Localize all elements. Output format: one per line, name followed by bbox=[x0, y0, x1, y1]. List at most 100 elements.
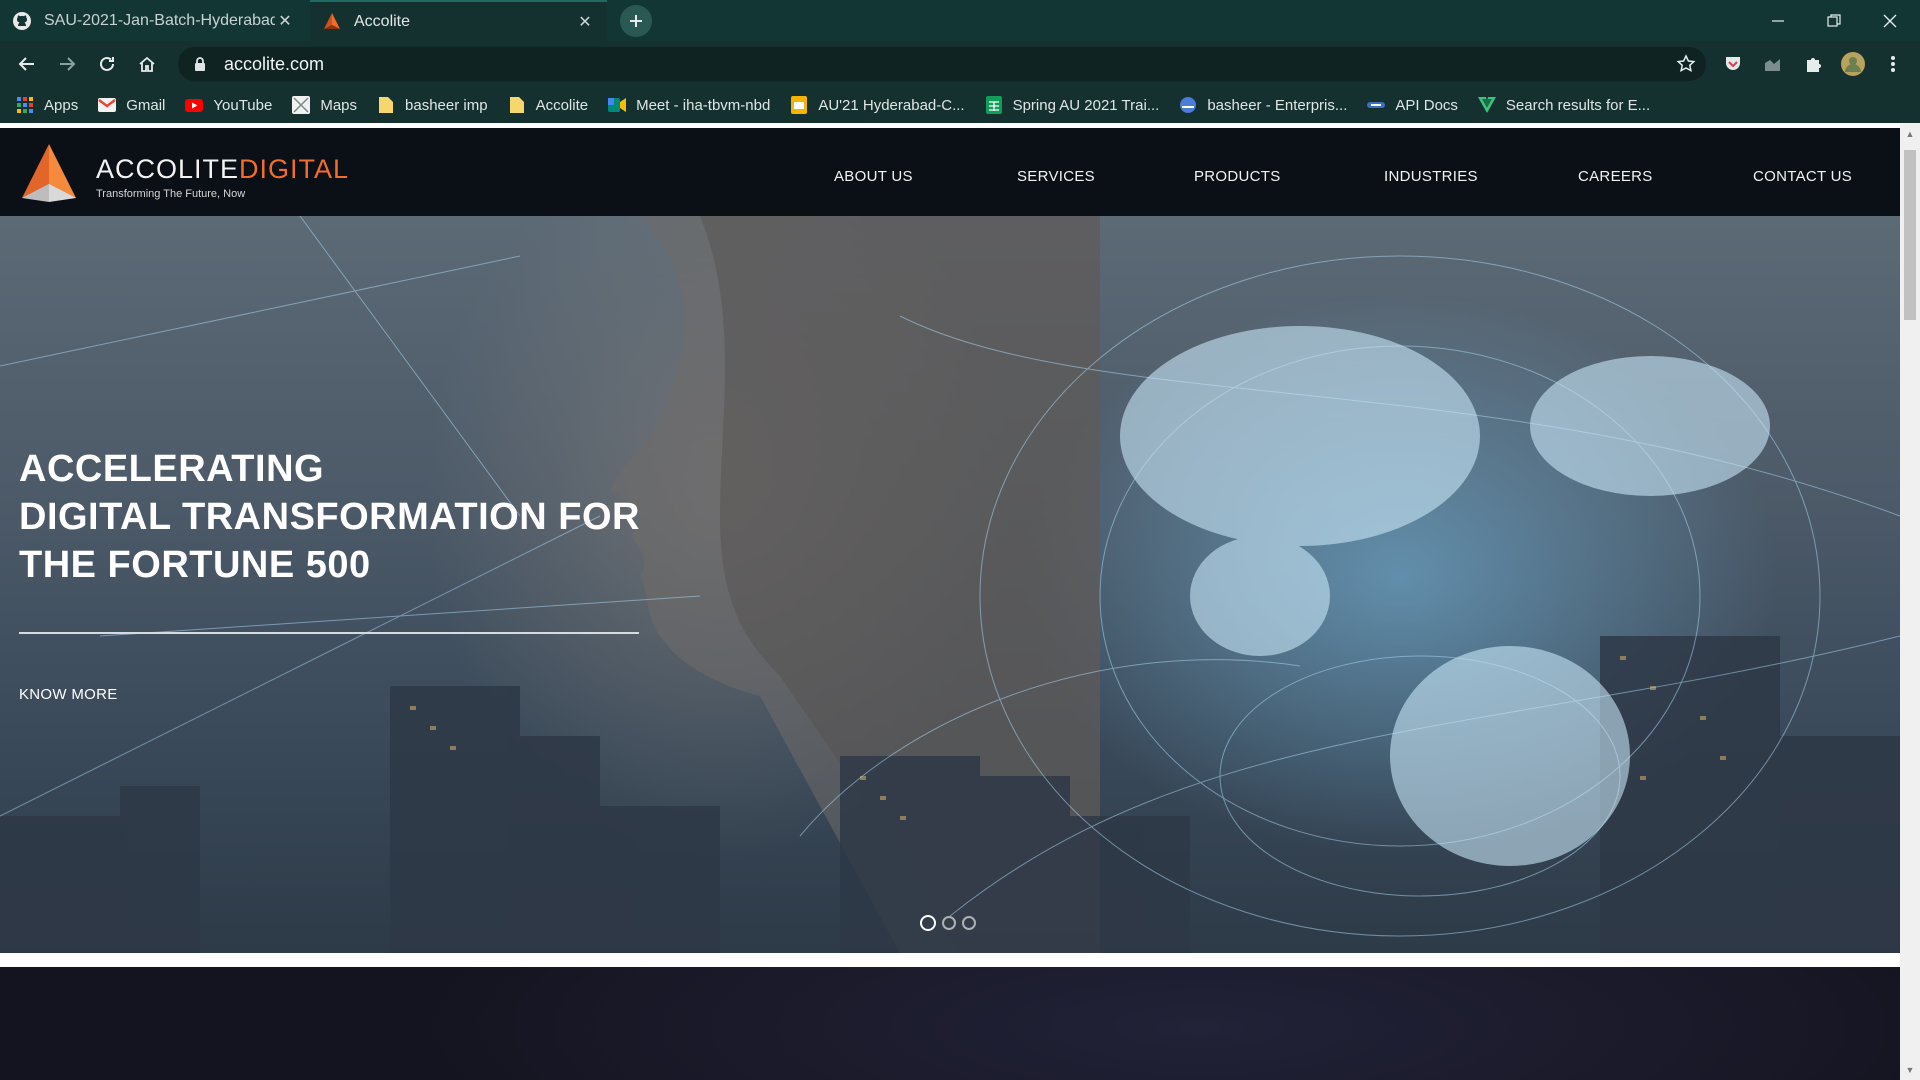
back-button[interactable] bbox=[11, 48, 43, 80]
extension-pocket[interactable] bbox=[1717, 48, 1749, 80]
folder-icon bbox=[377, 96, 395, 114]
bookmark-label: basheer imp bbox=[405, 96, 488, 114]
bookmark-label: Search results for E... bbox=[1505, 96, 1651, 114]
bookmark-star-icon[interactable] bbox=[1676, 54, 1696, 74]
bookmark-basheer-imp[interactable]: basheer imp bbox=[377, 96, 488, 114]
restore-icon bbox=[1827, 13, 1841, 27]
carousel-dot-2[interactable] bbox=[942, 916, 956, 930]
bookmark-au21[interactable]: AU'21 Hyderabad-C... bbox=[790, 96, 965, 114]
profile-button[interactable] bbox=[1837, 48, 1869, 80]
bookmark-label: Spring AU 2021 Trai... bbox=[1012, 96, 1160, 114]
bookmark-spring-au[interactable]: Spring AU 2021 Trai... bbox=[985, 96, 1160, 114]
address-text: accolite.com bbox=[224, 53, 325, 74]
extensions-button[interactable] bbox=[1797, 48, 1829, 80]
tab-title: Accolite bbox=[354, 12, 411, 30]
vuetify-icon bbox=[1477, 96, 1496, 114]
hero-headline-line-3: THE FORTUNE 500 bbox=[19, 544, 371, 586]
avatar bbox=[1841, 52, 1865, 76]
nav-services[interactable]: SERVICES bbox=[1017, 168, 1095, 185]
scroll-up-icon[interactable]: ▲ bbox=[1904, 127, 1916, 141]
brand-tagline: Transforming The Future, Now bbox=[96, 188, 246, 200]
tab-strip: SAU-2021-Jan-Batch-Hyderabad ✕ Accolite … bbox=[0, 0, 1920, 41]
nav-contact-us[interactable]: CONTACT US bbox=[1753, 168, 1852, 185]
carousel-dot-3[interactable] bbox=[962, 916, 976, 930]
puzzle-icon bbox=[1807, 58, 1821, 72]
bookmark-api-docs[interactable]: API Docs bbox=[1367, 96, 1458, 114]
browser-menu-button[interactable] bbox=[1877, 48, 1909, 80]
bookmarks-bar: Apps Gmail YouTube Maps basheer imp Acco… bbox=[0, 87, 1920, 123]
folder-icon bbox=[508, 96, 526, 114]
meet-icon bbox=[608, 96, 627, 114]
bookmark-label: API Docs bbox=[1395, 96, 1458, 114]
bookmark-label: basheer - Enterpris... bbox=[1207, 96, 1348, 114]
bookmark-label: Meet - iha-tbvm-nbd bbox=[636, 96, 771, 114]
site-header: ACCOLITEDIGITAL Transforming The Future,… bbox=[0, 128, 1900, 216]
know-more-link[interactable]: KNOW MORE bbox=[19, 686, 118, 703]
address-bar[interactable]: accolite.com bbox=[178, 47, 1706, 81]
lock-icon bbox=[195, 57, 205, 71]
bookmark-label: YouTube bbox=[213, 96, 273, 114]
minimize-icon bbox=[1772, 19, 1784, 22]
reload-icon bbox=[100, 56, 114, 71]
sheets-icon bbox=[985, 96, 1003, 114]
bookmark-meet[interactable]: Meet - iha-tbvm-nbd bbox=[608, 96, 770, 114]
apps-grid-icon bbox=[16, 96, 34, 114]
bookmark-basheer-enterprise[interactable]: basheer - Enterpris... bbox=[1179, 96, 1347, 114]
bookmark-gmail[interactable]: Gmail bbox=[98, 96, 165, 114]
home-icon bbox=[139, 56, 155, 72]
new-tab-button[interactable] bbox=[620, 5, 652, 37]
bookmark-label: AU'21 Hyderabad-C... bbox=[818, 96, 965, 114]
globe-icon bbox=[1179, 96, 1197, 114]
pocket-icon bbox=[1726, 57, 1740, 70]
close-tab-icon[interactable]: ✕ bbox=[575, 12, 595, 32]
close-window-button[interactable] bbox=[1862, 0, 1918, 41]
bookmark-search-results[interactable]: Search results for E... bbox=[1477, 96, 1651, 114]
api-icon bbox=[1367, 96, 1386, 114]
plus-icon bbox=[630, 15, 642, 27]
brand-accent: DIGITAL bbox=[239, 154, 350, 184]
bookmark-label: Apps bbox=[44, 96, 79, 114]
close-tab-icon[interactable]: ✕ bbox=[275, 11, 295, 31]
home-button[interactable] bbox=[131, 48, 163, 80]
extension-metrics[interactable] bbox=[1757, 48, 1789, 80]
nav-about-us[interactable]: ABOUT US bbox=[834, 168, 913, 185]
hero-banner: ACCELERATING DIGITAL TRANSFORMATION FOR … bbox=[0, 216, 1900, 953]
bookmark-accolite[interactable]: Accolite bbox=[508, 96, 589, 114]
gmail-icon bbox=[98, 96, 117, 114]
tab-accolite[interactable]: Accolite ✕ bbox=[310, 0, 607, 41]
github-icon bbox=[13, 11, 31, 30]
scroll-down-icon[interactable]: ▼ bbox=[1904, 1063, 1916, 1077]
bookmark-youtube[interactable]: YouTube bbox=[185, 96, 272, 114]
accolite-logo[interactable] bbox=[18, 142, 80, 204]
carousel-dot-1[interactable] bbox=[920, 915, 936, 931]
brand-wordmark[interactable]: ACCOLITEDIGITAL bbox=[96, 154, 349, 185]
nav-industries[interactable]: INDUSTRIES bbox=[1384, 168, 1478, 185]
web-page: ACCOLITEDIGITAL Transforming The Future,… bbox=[0, 123, 1900, 1080]
scrollbar-thumb[interactable] bbox=[1904, 150, 1916, 320]
hero-headline-line-1: ACCELERATING bbox=[19, 448, 325, 490]
tab-title: SAU-2021-Jan-Batch-Hyderabad bbox=[44, 11, 275, 29]
hero-headline-line-2: DIGITAL TRANSFORMATION FOR bbox=[19, 496, 640, 538]
restore-button[interactable] bbox=[1806, 0, 1862, 41]
brand-main: ACCOLITE bbox=[96, 154, 240, 184]
arrow-right-icon bbox=[60, 57, 76, 71]
section-spacer bbox=[0, 953, 1900, 967]
accolite-favicon bbox=[324, 12, 340, 29]
bookmark-maps[interactable]: Maps bbox=[292, 96, 357, 114]
minimize-button[interactable] bbox=[1750, 0, 1806, 41]
youtube-icon bbox=[185, 96, 204, 114]
nav-careers[interactable]: CAREERS bbox=[1578, 168, 1653, 185]
bookmark-label: Accolite bbox=[535, 96, 589, 114]
maps-icon bbox=[292, 96, 311, 114]
carousel-indicators bbox=[920, 915, 976, 931]
bookmark-apps[interactable]: Apps bbox=[16, 96, 78, 114]
chart-icon bbox=[1765, 59, 1780, 71]
nav-products[interactable]: PRODUCTS bbox=[1194, 168, 1281, 185]
tab-github[interactable]: SAU-2021-Jan-Batch-Hyderabad ✕ bbox=[0, 0, 307, 41]
reload-button[interactable] bbox=[91, 48, 123, 80]
slides-icon bbox=[790, 96, 808, 114]
arrow-left-icon bbox=[18, 57, 34, 71]
hero-divider bbox=[19, 632, 639, 634]
forward-button[interactable] bbox=[51, 48, 83, 80]
hero-headline: ACCELERATING DIGITAL TRANSFORMATION FOR … bbox=[19, 445, 640, 589]
